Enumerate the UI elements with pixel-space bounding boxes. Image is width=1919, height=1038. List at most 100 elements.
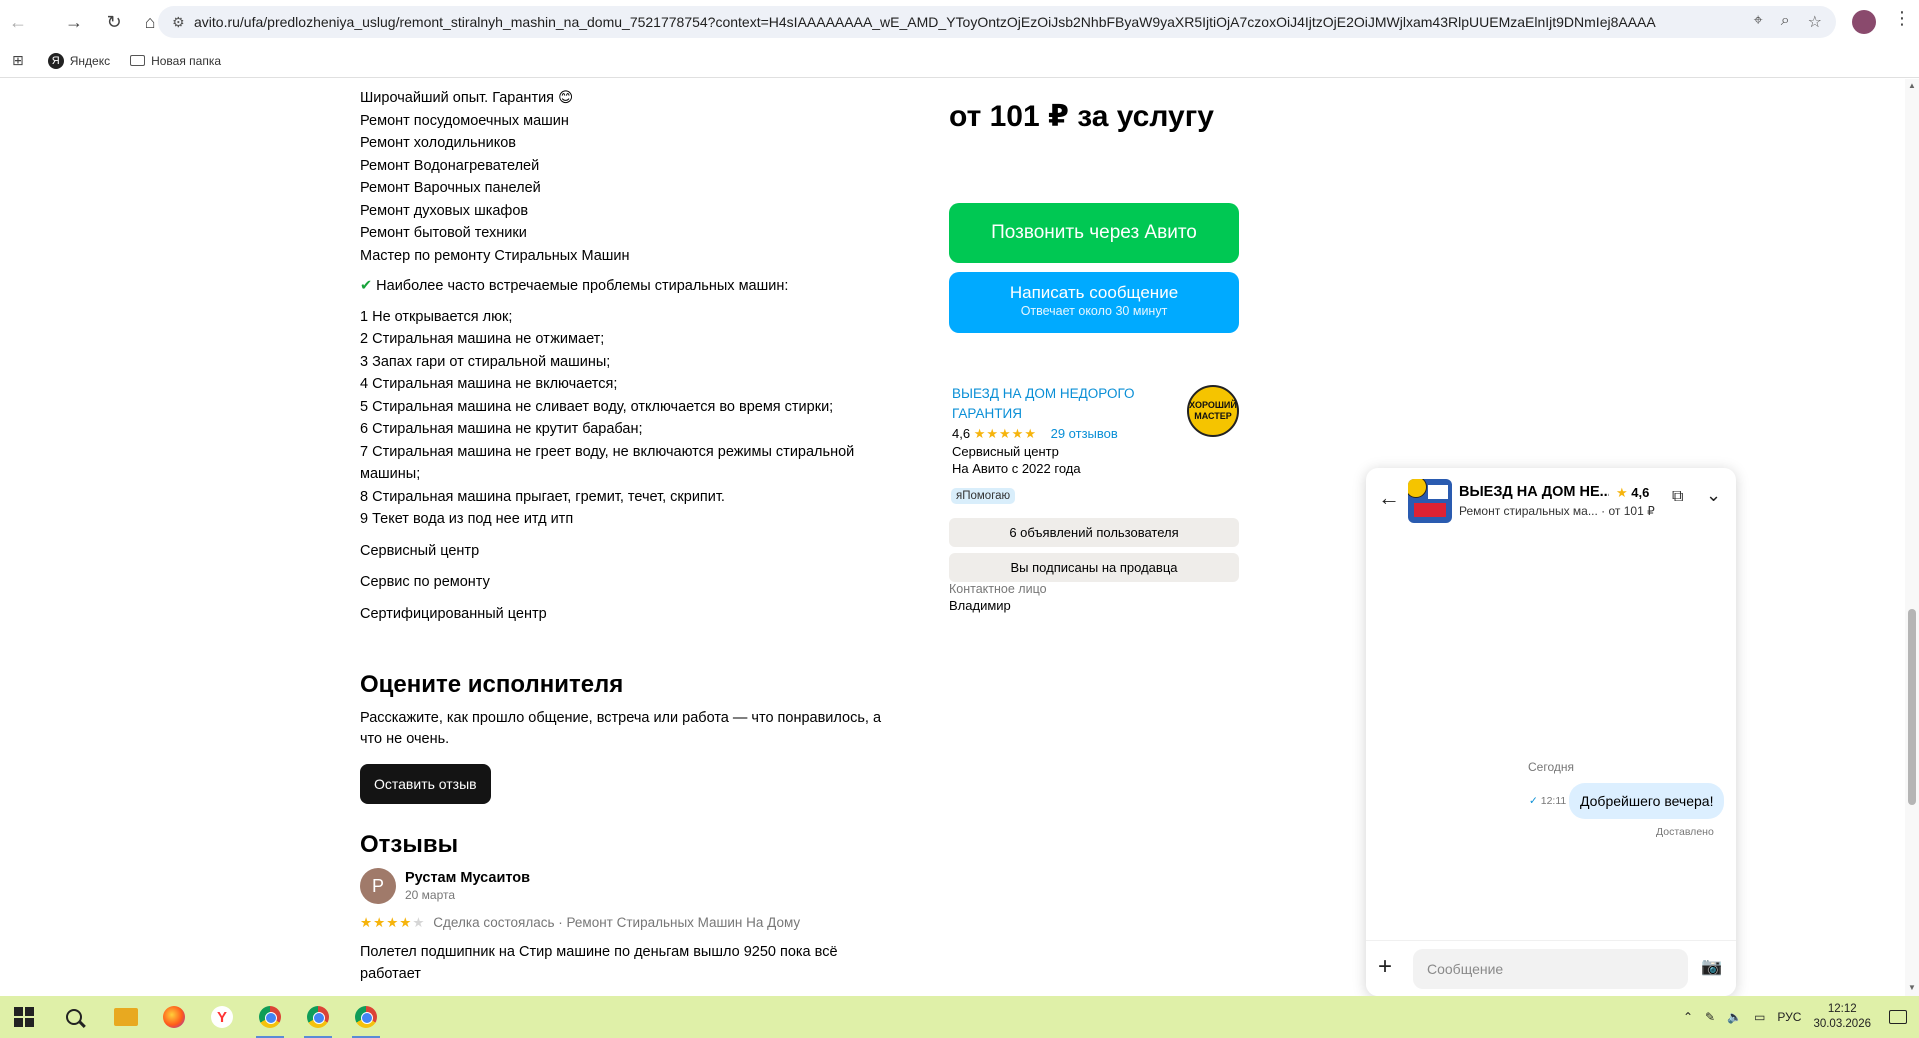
problem-item: 6 Стиральная машина не крутит барабан;: [360, 421, 643, 437]
chrome-icon: [307, 1006, 329, 1028]
description-line: Ремонт бытовой техники: [360, 225, 527, 241]
review-meta: ★★★★★ Сделка состоялась · Ремонт Стираль…: [360, 912, 900, 935]
apps-grid-icon[interactable]: ⊞: [12, 52, 24, 69]
checkmark-icon: ✔: [360, 278, 373, 294]
seller-reviews-link[interactable]: 29 отзывов: [1051, 426, 1118, 441]
reload-icon[interactable]: ↻: [96, 4, 132, 40]
chrome-icon: [355, 1006, 377, 1028]
pen-icon[interactable]: ✎: [1705, 1010, 1715, 1024]
taskbar-firefox[interactable]: [150, 996, 198, 1038]
chat-title[interactable]: ВЫЕЗД НА ДОМ НЕ...: [1459, 484, 1609, 500]
listing-description: Широчайший опыт. Гарантия 😊 Ремонт посуд…: [360, 79, 900, 986]
seller-stars-icon: ★★★★★: [973, 426, 1037, 441]
message-button[interactable]: Написать сообщение Отвечает около 30 мин…: [949, 272, 1239, 333]
description-line: Широчайший опыт. Гарантия 😊: [360, 90, 574, 106]
seller-ads-button[interactable]: 6 объявлений пользователя: [949, 518, 1239, 547]
firefox-icon: [163, 1006, 185, 1028]
chat-widget: ← ВЫЕЗД НА ДОМ НЕ... ★ 4,6 Ремонт стирал…: [1366, 468, 1736, 996]
language-indicator[interactable]: РУС: [1777, 1010, 1801, 1024]
location-off-icon[interactable]: ⌖: [1754, 12, 1763, 32]
scroll-up-icon[interactable]: ▲: [1908, 81, 1916, 90]
start-button[interactable]: [0, 996, 48, 1038]
message-input[interactable]: [1413, 949, 1688, 989]
subscribed-button[interactable]: Вы подписаны на продавца: [949, 553, 1239, 582]
system-tray: ⌃ ✎ 🔈 ▭ РУС 12:12 30.03.2026: [1683, 996, 1919, 1038]
forward-arrow-icon[interactable]: →: [56, 4, 92, 40]
site-info-icon[interactable]: ⚙: [172, 14, 194, 31]
chat-day-label: Сегодня: [1528, 760, 1574, 774]
file-explorer-icon: [114, 1008, 138, 1026]
rate-title: Оцените исполнителя: [360, 671, 624, 698]
review-stars-icon: ★★★★★: [360, 915, 426, 930]
open-external-icon[interactable]: ⧉: [1672, 488, 1683, 506]
seller-since: На Авито с 2022 года: [952, 461, 1081, 476]
truncated-line: [360, 79, 900, 87]
attach-plus-icon[interactable]: +: [1378, 953, 1392, 981]
taskbar-chrome-3[interactable]: [342, 996, 390, 1038]
message-button-sub: Отвечает около 30 минут: [1020, 304, 1168, 318]
scroll-down-icon[interactable]: ▼: [1908, 983, 1916, 992]
zoom-icon[interactable]: ⌕: [1781, 12, 1790, 32]
bookmark-label: Новая папка: [151, 53, 222, 68]
url-text[interactable]: avito.ru/ufa/predlozheniya_uslug/remont_…: [194, 14, 1754, 30]
message-time: ✓ 12:11: [1529, 795, 1566, 807]
avatar[interactable]: Р: [360, 868, 396, 904]
description-line: Ремонт Водонагревателей: [360, 157, 540, 174]
back-arrow-icon[interactable]: ←: [1378, 485, 1400, 511]
problem-item: 9 Текет вода из под нее итд итп: [360, 511, 574, 527]
taskbar-chrome-2[interactable]: [294, 996, 342, 1038]
scrollbar-thumb[interactable]: [1908, 609, 1916, 805]
page-scrollbar[interactable]: ▲ ▼: [1905, 79, 1919, 996]
seller-rating-value: 4,6: [952, 426, 971, 441]
rate-text: Расскажите, как прошло общение, встреча …: [360, 710, 882, 747]
browser-toolbar: ← → ↻ ⌂ ⚙ avito.ru/ufa/predlozheniya_usl…: [0, 0, 1919, 44]
clock-time: 12:12: [1827, 1003, 1857, 1015]
bookmark-yandex[interactable]: Я Яндекс: [47, 52, 111, 69]
yandex-icon: Я: [47, 52, 64, 69]
seller-logo[interactable]: ХОРОШИЙ МАСТЕР: [1187, 385, 1239, 437]
review-text: Полетел подшипник на Стир машине по день…: [360, 943, 838, 983]
review-date: 20 марта: [405, 888, 456, 902]
description-line: Ремонт посудомоечных машин: [360, 112, 569, 129]
taskbar-chrome-1[interactable]: [246, 996, 294, 1038]
taskbar-explorer[interactable]: [102, 996, 150, 1038]
yandex-browser-icon: Y: [211, 1006, 233, 1028]
ya-pomogayu-badge[interactable]: яПомогаю: [951, 488, 1016, 504]
chrome-icon: [259, 1006, 281, 1028]
network-icon[interactable]: ▭: [1754, 1010, 1765, 1024]
back-arrow-icon[interactable]: ←: [0, 4, 36, 40]
seller-name-link[interactable]: ВЫЕЗД НА ДОМ НЕДОРОГО ГАРАНТИЯ: [952, 384, 1182, 424]
bookmark-folder[interactable]: Новая папка: [130, 54, 221, 68]
folder-icon: [130, 55, 146, 66]
camera-icon[interactable]: 📷: [1701, 957, 1722, 977]
description-line: Мастер по ремонту Стиральных Машин: [360, 247, 630, 264]
windows-taskbar: Y ⌃ ✎ 🔈 ▭ РУС 12:12 30.03.2026: [0, 996, 1919, 1038]
message-status: Доставлено: [1656, 826, 1714, 838]
leave-review-button[interactable]: Оставить отзыв: [360, 764, 491, 804]
chevron-down-icon[interactable]: ⌄: [1706, 485, 1721, 506]
call-button[interactable]: Позвонить через Авито: [949, 203, 1239, 263]
problem-item: 8 Стиральная машина прыгает, гремит, теч…: [360, 488, 725, 505]
notifications-icon[interactable]: [1889, 1010, 1907, 1024]
chat-avatar[interactable]: [1408, 479, 1452, 523]
address-bar[interactable]: ⚙ avito.ru/ufa/predlozheniya_uslug/remon…: [158, 6, 1836, 38]
profile-avatar[interactable]: [1852, 10, 1876, 34]
review-author[interactable]: Р Рустам Мусаитов 20 марта: [360, 868, 900, 904]
browser-menu-icon[interactable]: ⋮: [1893, 8, 1911, 29]
clock[interactable]: 12:12 30.03.2026: [1813, 1002, 1871, 1032]
volume-icon[interactable]: 🔈: [1727, 1010, 1742, 1024]
problem-item: 4 Стиральная машина не включается;: [360, 376, 618, 392]
search-button[interactable]: [50, 996, 98, 1038]
check-icon: ✓: [1529, 795, 1538, 807]
services-list: Сервисный центр Сервис по ремонту Сертиф…: [360, 540, 900, 626]
chat-rating: ★ 4,6: [1616, 485, 1649, 501]
bookmark-label: Яндекс: [69, 53, 111, 68]
bookmark-star-icon[interactable]: ☆: [1808, 12, 1822, 32]
taskbar-yandex[interactable]: Y: [198, 996, 246, 1038]
contact-name: Владимир: [949, 598, 1011, 613]
chevron-up-icon[interactable]: ⌃: [1683, 1010, 1693, 1024]
search-icon: [66, 1009, 82, 1025]
service-item: Сертифицированный центр: [360, 605, 547, 622]
chat-message[interactable]: Добрейшего вечера!: [1569, 783, 1725, 819]
reviewer-name[interactable]: Рустам Мусаитов: [405, 869, 530, 887]
